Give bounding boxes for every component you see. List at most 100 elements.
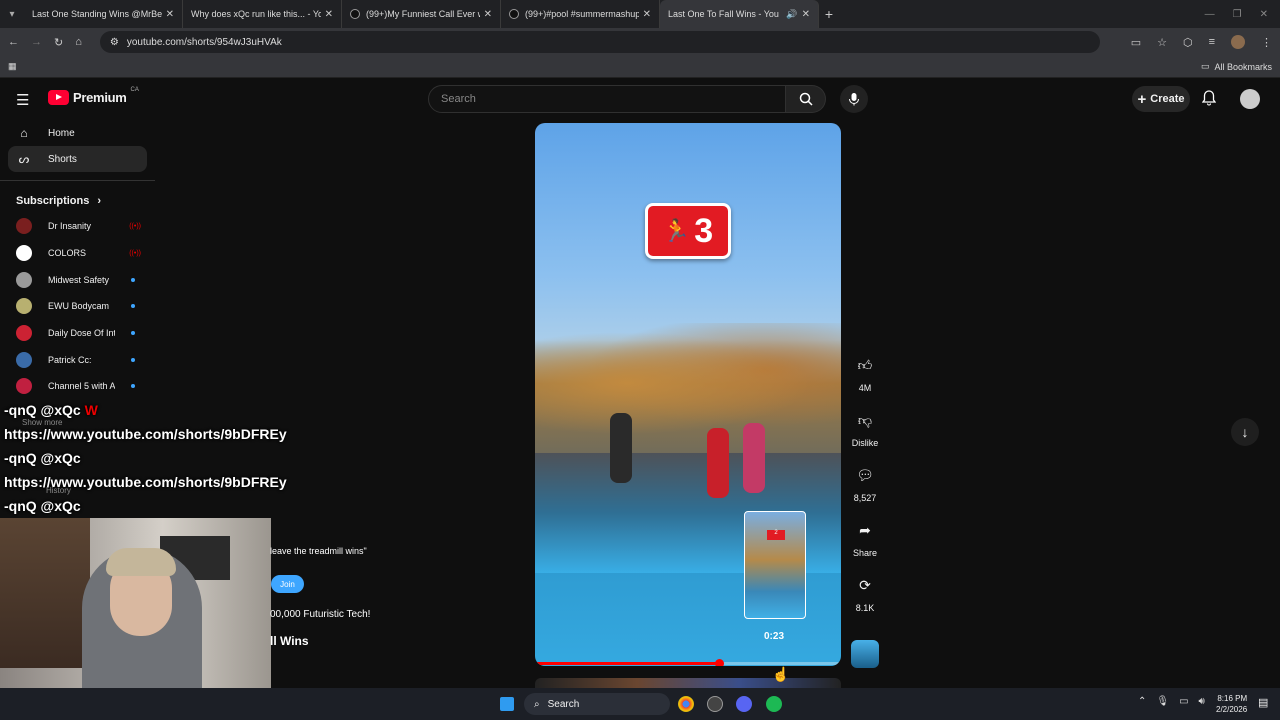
clock-date: 2/2/2026 (1216, 705, 1248, 714)
join-button[interactable]: Join (271, 575, 304, 593)
tab-close-icon[interactable]: ✕ (802, 9, 810, 20)
chevron-right-icon: › (97, 195, 102, 207)
browser-tab[interactable]: (99+)My Funniest Call Ever with ✕ (342, 0, 501, 28)
share-button[interactable]: ➦ (850, 515, 880, 545)
sidebar-subscription-item[interactable]: Dr Insanity ((•)) (8, 213, 147, 240)
maximize-icon[interactable]: ❐ (1233, 9, 1242, 20)
microphone-tray-icon[interactable]: 🎙︎ (1156, 696, 1169, 707)
speaker-icon[interactable]: 🔊 (786, 9, 797, 20)
next-short-arrow-icon[interactable]: ↓ (1231, 418, 1259, 446)
comment-count: 8,527 (853, 493, 877, 503)
channel-name: COLORS (48, 248, 87, 259)
browser-tab-active[interactable]: Last One To Fall Wins - You 🔊 ✕ (660, 0, 819, 88)
create-button[interactable]: + Create (1132, 86, 1190, 112)
sidebar-subscription-item[interactable]: Daily Dose Of Int... (8, 320, 147, 347)
apps-grid-icon[interactable]: ▦ (8, 61, 17, 72)
discord-app-icon[interactable] (736, 696, 752, 712)
all-bookmarks[interactable]: ▭ All Bookmarks (1201, 61, 1272, 72)
media-control-icon[interactable]: ≡ (1209, 36, 1215, 48)
progress-scrubber[interactable] (714, 659, 724, 666)
new-tab-icon[interactable]: + (819, 6, 839, 22)
windows-taskbar: ⌕ Search ⌃ 🎙︎ ▭ 🔊︎ 8:16 PM 2/2/2026 ▤ (0, 688, 1280, 720)
search-input[interactable]: Search (428, 85, 786, 113)
like-button[interactable]: 👍︎ (850, 350, 880, 380)
voice-search-button[interactable] (840, 85, 868, 113)
reload-icon[interactable]: ↻ (54, 36, 63, 49)
browser-tab[interactable]: Last One Standing Wins @MrBe ✕ (24, 0, 183, 88)
subscriptions-header[interactable]: Subscriptions › (16, 195, 155, 207)
profile-avatar[interactable] (1231, 35, 1245, 49)
comment-action: 💬︎ 8,527 (848, 460, 882, 504)
windows-start-icon[interactable] (500, 697, 514, 711)
youtube-premium-logo[interactable]: Premium CA (48, 86, 139, 105)
tab-title: Why does xQc run like this... - Yo (191, 9, 321, 19)
sidebar-subscription-item[interactable]: Patrick Cc: (8, 346, 147, 373)
close-window-icon[interactable]: ✕ (1260, 9, 1268, 20)
network-icon[interactable]: ▭ (1179, 696, 1188, 707)
volume-icon[interactable]: 🔊︎ (1199, 696, 1205, 707)
show-more-label[interactable]: Show more (22, 418, 62, 427)
chrome-app-icon[interactable] (678, 696, 694, 712)
back-arrow-icon[interactable]: ← (8, 36, 19, 48)
short-video-player[interactable]: 🏃 3 2 0:23 (535, 123, 841, 666)
seek-preview-thumbnail: 2 (744, 511, 806, 619)
remix-button[interactable]: ⟳ (850, 570, 880, 600)
tab-close-icon[interactable]: ✕ (166, 9, 174, 20)
settings-app-icon[interactable] (707, 696, 723, 712)
sidebar-subscription-item[interactable]: COLORS ((•)) (8, 240, 147, 267)
browser-tab[interactable]: (99+)#pool #summermashup # ✕ (501, 0, 660, 28)
tab-close-icon[interactable]: ✕ (325, 9, 333, 20)
bookmark-star-icon[interactable]: ☆ (1157, 36, 1167, 49)
youtube-play-logo-icon (48, 90, 69, 105)
dislike-action: 👎︎ Dislike (848, 405, 882, 449)
next-short-peek[interactable] (535, 678, 841, 688)
cast-icon[interactable]: ▭ (1131, 36, 1141, 49)
channel-avatar (16, 325, 32, 342)
account-avatar[interactable] (1240, 89, 1260, 109)
forward-arrow-icon[interactable]: → (31, 36, 42, 48)
tab-close-icon[interactable]: ✕ (643, 9, 651, 20)
channel-name: EWU Bodycam (48, 301, 110, 312)
sidebar-subscription-item[interactable]: Midwest Safety (8, 266, 147, 293)
taskbar-search[interactable]: ⌕ Search (524, 693, 670, 715)
youtube-page: ☰ Premium CA Search + Create ⌂ Home ᔕ Sh… (0, 78, 1280, 688)
shorts-icon: ᔕ (18, 152, 30, 166)
taskbar-clock[interactable]: 8:16 PM 2/2/2026 (1216, 693, 1247, 715)
region-code: CA (130, 86, 139, 93)
search-button[interactable] (786, 85, 826, 113)
extensions-icon[interactable]: ⬡ (1183, 36, 1193, 49)
dislike-label: Dislike (851, 438, 879, 448)
history-label[interactable]: History (46, 486, 71, 495)
video-trees (535, 323, 841, 443)
tab-close-icon[interactable]: ✕ (484, 9, 492, 20)
channel-name: Midwest Safety (48, 274, 110, 285)
channel-name: Channel 5 with A... (48, 381, 115, 392)
notification-center-icon[interactable]: ▤ (1258, 696, 1268, 709)
comments-button[interactable]: 💬︎ (850, 460, 880, 490)
tray-overflow-icon[interactable]: ⌃ (1138, 696, 1146, 707)
logo-text: Premium (73, 90, 127, 105)
site-info-icon[interactable]: ⚙ (110, 37, 119, 48)
streamer-hair (106, 548, 176, 576)
notifications-bell-icon[interactable] (1201, 90, 1217, 111)
browser-menu-icon[interactable]: ⋮ (1261, 36, 1272, 49)
channel-avatar (16, 245, 32, 262)
spotify-app-icon[interactable] (766, 696, 782, 712)
tab-search-menu-icon[interactable]: ▾ (0, 0, 24, 28)
url-bar[interactable]: ⚙ youtube.com/shorts/954wJ3uHVAk (99, 31, 1100, 53)
short-title: ll Wins (270, 634, 309, 648)
stream-chat-overlay: -qnQ @xQc W https://www.youtube.com/shor… (4, 398, 287, 518)
home-icon[interactable]: ⌂ (75, 36, 82, 48)
hamburger-menu-icon[interactable]: ☰ (16, 91, 29, 109)
video-progress-bar[interactable] (535, 659, 841, 666)
sound-thumbnail[interactable] (851, 640, 879, 668)
minimize-icon[interactable]: — (1205, 9, 1215, 20)
sidebar-subscription-item[interactable]: EWU Bodycam (8, 293, 147, 320)
progress-fill (535, 662, 719, 665)
dislike-button[interactable]: 👎︎ (850, 405, 880, 435)
browser-tab[interactable]: Why does xQc run like this... - Yo ✕ (183, 0, 342, 88)
sidebar-item-shorts[interactable]: ᔕ Shorts (8, 146, 147, 172)
sidebar-subscription-item[interactable]: Channel 5 with A... (8, 373, 147, 400)
remix-count: 8.1K (855, 603, 875, 613)
sidebar-item-home[interactable]: ⌂ Home (8, 120, 147, 146)
